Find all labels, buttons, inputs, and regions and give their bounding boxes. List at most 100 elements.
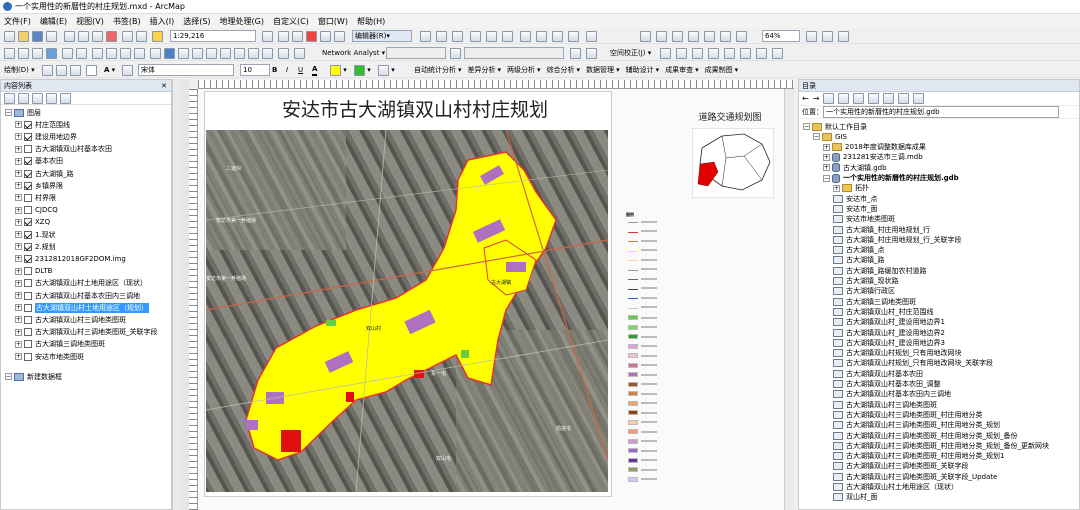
list-by-selection-icon[interactable] bbox=[46, 92, 57, 104]
expand-toggle-icon[interactable]: + bbox=[823, 143, 830, 151]
swipe-icon[interactable] bbox=[294, 47, 305, 59]
views-icon[interactable] bbox=[883, 93, 895, 104]
layer-visibility-checkbox[interactable] bbox=[24, 206, 32, 215]
toc-layer-item[interactable]: + 安达市地类图斑 bbox=[15, 351, 84, 362]
expand-toggle-icon[interactable]: − bbox=[823, 174, 830, 182]
toc-layer-item[interactable]: + 古大湖镇双山村三调地类图斑_关联字段 bbox=[15, 327, 158, 338]
map-subtitle[interactable]: 道路交通规划图 bbox=[690, 110, 770, 123]
expand-toggle-icon[interactable]: + bbox=[833, 184, 840, 192]
layer-visibility-checkbox[interactable] bbox=[24, 267, 32, 276]
expand-toggle-icon[interactable]: + bbox=[15, 255, 22, 263]
toc-layer-item[interactable]: + CJDCQ bbox=[15, 205, 58, 216]
plugin-tab[interactable]: 成果审查 bbox=[665, 65, 693, 75]
full-extent-icon[interactable] bbox=[46, 47, 57, 59]
layer-visibility-checkbox[interactable] bbox=[24, 352, 32, 361]
reshape-icon[interactable] bbox=[486, 30, 497, 42]
toc-layer-item[interactable]: + XZQ bbox=[15, 217, 50, 228]
menu-item[interactable]: 书签(B) bbox=[113, 16, 141, 27]
layer-visibility-checkbox[interactable] bbox=[24, 157, 32, 166]
redo-icon[interactable] bbox=[136, 30, 147, 42]
up-folder-icon[interactable] bbox=[823, 93, 835, 104]
locator-map[interactable] bbox=[692, 128, 774, 198]
menu-item[interactable]: 窗口(W) bbox=[318, 16, 348, 27]
layer-visibility-checkbox[interactable] bbox=[24, 169, 32, 178]
home-icon[interactable] bbox=[838, 93, 850, 104]
network-layer-dropdown[interactable] bbox=[464, 47, 564, 59]
rotate-icon[interactable] bbox=[536, 30, 547, 42]
toggle-draft-icon[interactable] bbox=[806, 30, 817, 42]
edit-annotation-icon[interactable] bbox=[436, 30, 447, 42]
edit-vertices-icon[interactable] bbox=[470, 30, 481, 42]
toc-layer-item[interactable]: +2312812018GF2DOM.img bbox=[15, 253, 126, 264]
catalog-window-icon[interactable] bbox=[278, 30, 289, 42]
zoom-page-out-icon[interactable] bbox=[672, 30, 683, 42]
create-features-icon[interactable] bbox=[586, 30, 597, 42]
zoom-in-icon[interactable] bbox=[4, 47, 15, 59]
time-slider-icon[interactable] bbox=[262, 47, 273, 59]
expand-toggle-icon[interactable]: − bbox=[813, 133, 820, 141]
editor-menu-button[interactable]: 编辑器(R) ▾ bbox=[352, 30, 412, 42]
directions-icon[interactable] bbox=[586, 47, 597, 59]
map-title[interactable]: 安达市古大湖镇双山村村庄规划 bbox=[240, 96, 590, 124]
toc-layer-item[interactable]: + DLTB bbox=[15, 266, 52, 277]
expand-toggle-icon[interactable]: + bbox=[15, 304, 22, 312]
italic-button[interactable]: I bbox=[286, 64, 288, 76]
attributes-icon[interactable] bbox=[552, 30, 563, 42]
scale-dropdown[interactable]: 1:29,216 bbox=[170, 30, 256, 42]
toc-layer-item[interactable]: + 建设用地边界 bbox=[15, 131, 77, 142]
layout-scrollbar[interactable] bbox=[784, 89, 794, 510]
toc-layer-item[interactable]: − 新建数据框 bbox=[5, 371, 62, 382]
location-input[interactable]: 一个实用性的新曆性的村庄规划.gdb bbox=[823, 106, 1059, 118]
zoom-out-icon[interactable] bbox=[18, 47, 29, 59]
layer-visibility-checkbox[interactable] bbox=[24, 315, 32, 324]
layer-visibility-checkbox[interactable] bbox=[24, 328, 32, 337]
find-route-icon[interactable] bbox=[234, 47, 245, 59]
menu-item[interactable]: 视图(V) bbox=[76, 16, 104, 27]
menu-item[interactable]: 自定义(C) bbox=[273, 16, 309, 27]
select-elements-map-icon[interactable] bbox=[150, 47, 161, 59]
toc-layer-item[interactable]: +1.现状 bbox=[15, 229, 56, 240]
cut-icon[interactable] bbox=[64, 30, 75, 42]
measure-icon[interactable] bbox=[206, 47, 217, 59]
rotate-graphics-icon[interactable] bbox=[56, 64, 67, 76]
expand-toggle-icon[interactable]: − bbox=[5, 109, 12, 116]
menu-item[interactable]: 选择(S) bbox=[183, 16, 210, 27]
line-color-icon[interactable]: ▾ bbox=[354, 64, 371, 76]
zoom-to-graphics-icon[interactable] bbox=[70, 64, 81, 76]
main-map-frame[interactable]: 安达市第一养殖场 安达市第一养殖场 古大湖镇 双山村 东一屯 前进屯 双山屯 二… bbox=[206, 130, 608, 492]
print-icon[interactable] bbox=[46, 30, 57, 42]
layer-visibility-checkbox[interactable] bbox=[24, 242, 32, 251]
plugin-tab[interactable]: 数据管理 bbox=[586, 65, 614, 75]
straight-segment-icon[interactable] bbox=[452, 30, 463, 42]
add-data-icon[interactable] bbox=[152, 30, 163, 42]
toc-layer-item[interactable]: +2.规划 bbox=[15, 241, 56, 252]
toc-close-icon[interactable]: ✕ bbox=[161, 82, 167, 90]
search-window-icon[interactable] bbox=[292, 30, 303, 42]
sketch-properties-icon[interactable] bbox=[568, 30, 579, 42]
undo-icon[interactable] bbox=[122, 30, 133, 42]
focus-data-frame-icon[interactable] bbox=[822, 30, 833, 42]
fill-color-icon[interactable]: ▾ bbox=[330, 64, 347, 76]
expand-toggle-icon[interactable]: + bbox=[823, 164, 830, 172]
expand-toggle-icon[interactable]: + bbox=[15, 194, 22, 202]
expand-toggle-icon[interactable]: − bbox=[803, 123, 810, 130]
options-icon[interactable] bbox=[913, 93, 925, 104]
toc-layer-item[interactable]: + 乡镇界限 bbox=[15, 180, 63, 191]
zoom-whole-page-icon[interactable] bbox=[704, 30, 715, 42]
toc-layer-item[interactable]: + 古大湖镇_路 bbox=[15, 168, 74, 179]
expand-toggle-icon[interactable]: + bbox=[15, 206, 22, 214]
split-icon[interactable] bbox=[520, 30, 531, 42]
layer-visibility-checkbox[interactable] bbox=[24, 291, 32, 300]
menu-item[interactable]: 地理处理(G) bbox=[220, 16, 264, 27]
expand-toggle-icon[interactable]: + bbox=[15, 279, 22, 287]
toc-layer-item[interactable]: + 古大湖镇双山村三调地类图斑 bbox=[15, 314, 126, 325]
expand-toggle-icon[interactable]: + bbox=[15, 353, 22, 360]
paste-icon[interactable] bbox=[92, 30, 103, 42]
font-size-dropdown[interactable]: 10 bbox=[240, 64, 270, 76]
text-tool-icon[interactable]: A ▾ bbox=[104, 64, 115, 76]
plugin-tab[interactable]: 成果制图 bbox=[705, 65, 733, 75]
pan-icon[interactable] bbox=[32, 47, 43, 59]
delete-icon[interactable] bbox=[106, 30, 117, 42]
network-analyst-window-icon[interactable] bbox=[450, 47, 461, 59]
list-by-source-icon[interactable] bbox=[18, 92, 29, 104]
